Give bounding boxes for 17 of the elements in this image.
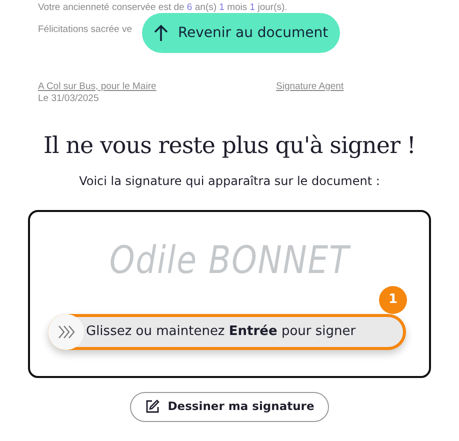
slider-thumb[interactable] — [48, 314, 84, 350]
document-text: Félicitations sacrée ve — [38, 24, 132, 37]
page-heading: Il ne vous reste plus qu'à signer ! — [42, 132, 417, 162]
step-badge: 1 — [379, 286, 407, 314]
chevrons-icon — [57, 324, 75, 339]
back-to-document-button[interactable]: Revenir au document — [142, 13, 340, 53]
pencil-edit-icon — [144, 399, 160, 414]
subtitle-text: Voici la signature qui apparaîtra sur le document : — [78, 172, 381, 190]
document-text: A Col sur Bus, pour le Maire — [38, 80, 158, 94]
seniority-text: Votre ancienneté conservée est de 6 an(s) 1 mois 1 jour(s). — [38, 2, 288, 14]
document-text: Le 31/03/2025 — [38, 93, 100, 106]
signature-preview: Odile BONNET — [108, 236, 352, 284]
sign-slider[interactable]: Glissez ou maintenez Entrée pour signer — [48, 314, 406, 350]
document-text: Signature Agent — [276, 80, 344, 94]
draw-signature-button[interactable]: Dessiner ma signature — [130, 392, 330, 422]
arrow-up-icon — [154, 24, 168, 42]
slider-label: Glissez ou maintenez Entrée pour signer — [86, 323, 356, 342]
